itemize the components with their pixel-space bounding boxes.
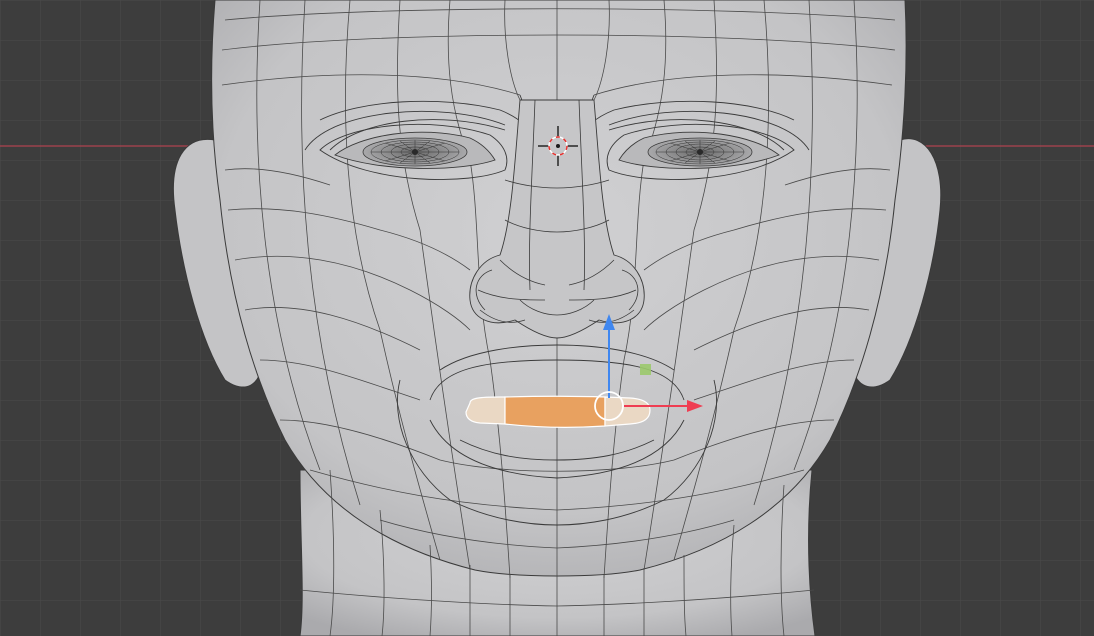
gizmo-xz-plane-handle[interactable] xyxy=(640,364,651,375)
viewport-scene[interactable] xyxy=(0,0,1094,636)
3d-viewport[interactable] xyxy=(0,0,1094,636)
